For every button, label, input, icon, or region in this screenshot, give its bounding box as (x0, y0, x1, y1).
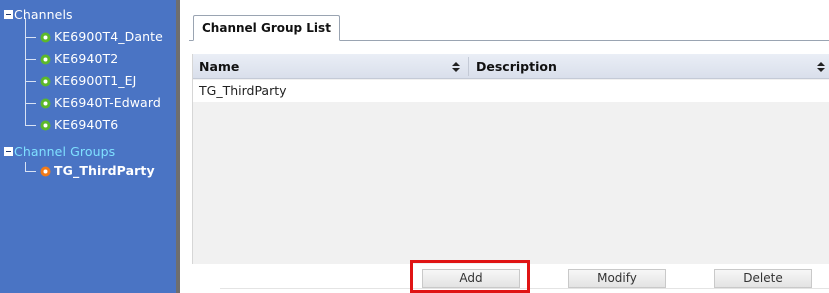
panel-splitter[interactable] (176, 0, 180, 293)
sort-icon[interactable] (452, 62, 460, 72)
tab-channel-group-list[interactable]: Channel Group List (193, 15, 340, 41)
column-divider[interactable] (468, 57, 469, 76)
tree-channel-item[interactable]: KE6900T1_EJ (40, 72, 136, 90)
device-tree: Channels KE6900T4_Dante KE6940T2 KE6900T… (0, 0, 176, 293)
channel-status-icon (40, 98, 51, 109)
tree-group-item[interactable]: TG_ThirdParty (40, 162, 155, 180)
channel-group-grid: Name Description TG_ThirdParty (192, 54, 829, 264)
column-header-name[interactable]: Name (199, 54, 239, 79)
collapse-icon[interactable] (4, 10, 13, 19)
group-status-icon (40, 166, 51, 177)
add-button-highlight-box (410, 260, 530, 293)
tree-channel-item[interactable]: KE6940T6 (40, 116, 118, 134)
channel-status-icon (40, 54, 51, 65)
table-row[interactable]: TG_ThirdParty (193, 80, 829, 102)
grid-header: Name Description (193, 54, 829, 79)
column-header-description[interactable]: Description (476, 54, 557, 79)
tree-channel-label: KE6940T2 (54, 51, 119, 66)
tree-channel-item[interactable]: KE6940T2 (40, 50, 118, 68)
channel-status-icon (40, 32, 51, 43)
tree-node-label: Channel Groups (14, 144, 116, 159)
channel-status-icon (40, 76, 51, 87)
channel-status-icon (40, 120, 51, 131)
tree-channel-label: KE6940T6 (54, 117, 119, 132)
tree-node-channel-groups[interactable]: Channel Groups (0, 143, 115, 161)
tree-node-channels[interactable]: Channels (0, 6, 73, 24)
sort-icon[interactable] (817, 62, 825, 72)
tree-node-label: Channels (14, 7, 73, 22)
delete-button[interactable]: Delete (714, 269, 812, 288)
tree-group-label: TG_ThirdParty (54, 163, 155, 178)
cell-name: TG_ThirdParty (199, 83, 287, 98)
collapse-icon[interactable] (4, 147, 13, 156)
tree-channel-label: KE6940T-Edward (54, 95, 161, 110)
tree-channel-label: KE6900T1_EJ (54, 73, 137, 88)
tree-channel-item[interactable]: KE6940T-Edward (40, 94, 161, 112)
tab-strip: Channel Group List (189, 13, 829, 41)
modify-button[interactable]: Modify (568, 269, 666, 288)
tree-channel-item[interactable]: KE6900T4_Dante (40, 28, 163, 46)
tree-channel-label: KE6900T4_Dante (54, 29, 163, 44)
